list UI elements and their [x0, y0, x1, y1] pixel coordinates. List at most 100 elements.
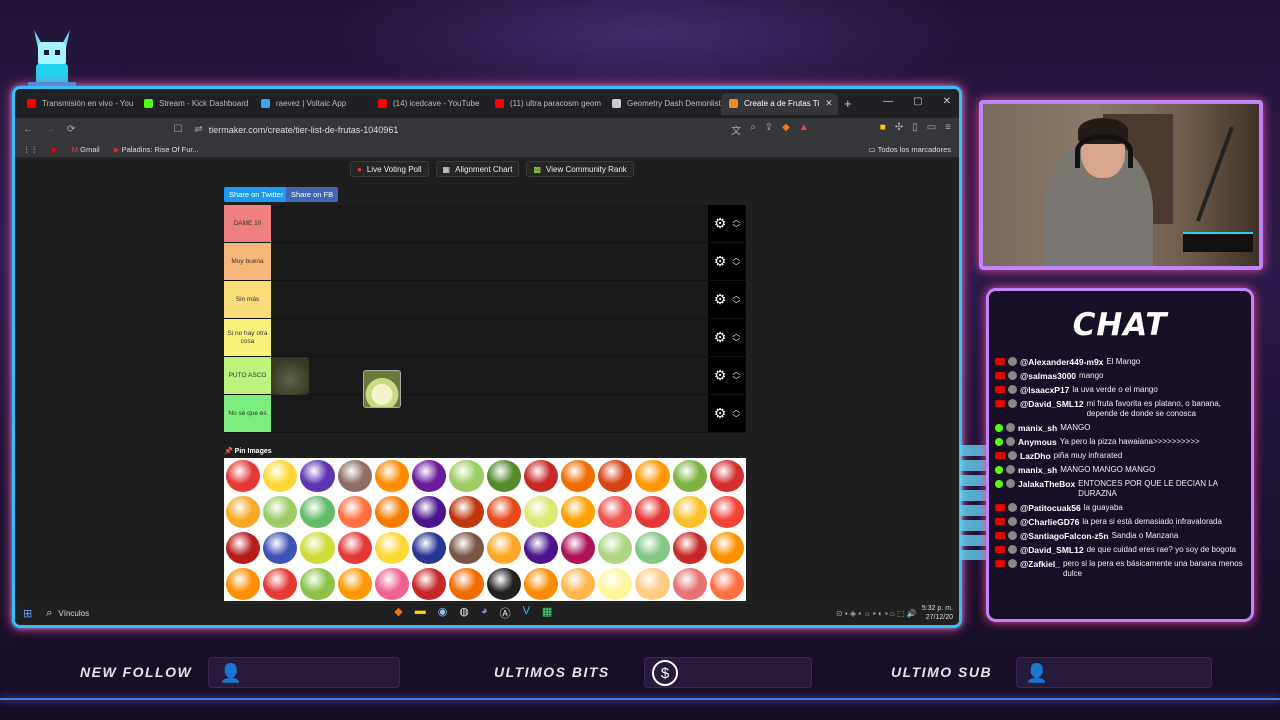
fruit-image[interactable] — [412, 496, 447, 528]
fruit-image[interactable] — [560, 568, 596, 600]
tab-1[interactable]: Stream - Kick Dashboard — [136, 93, 253, 115]
tier-drop-zone[interactable] — [271, 243, 708, 280]
fruit-image[interactable] — [374, 496, 410, 528]
fruit-image[interactable] — [374, 532, 410, 564]
chevron-up-icon[interactable]: ︿ — [732, 215, 740, 224]
sidebar-icon[interactable]: ▯ — [912, 122, 918, 137]
tier-drop-zone[interactable] — [271, 319, 708, 356]
obs-icon[interactable]: ◍ — [459, 605, 469, 621]
chevron-down-icon[interactable]: ﹀ — [732, 338, 740, 347]
close-tab-icon[interactable]: ✕ — [825, 98, 833, 109]
tab-3[interactable]: (14) icedcave - YouTube — [370, 93, 487, 115]
fruit-image[interactable] — [709, 568, 744, 600]
fruit-image[interactable] — [598, 532, 633, 564]
minimize-button[interactable]: — — [883, 96, 893, 107]
share-icon[interactable]: ⇪ — [765, 122, 773, 137]
fruit-image[interactable] — [300, 460, 335, 492]
maximize-button[interactable]: ▢ — [913, 96, 922, 107]
gear-icon[interactable]: ⚙ — [714, 215, 727, 232]
fruit-image[interactable] — [672, 460, 707, 492]
fruit-image[interactable] — [337, 496, 372, 528]
gear-icon[interactable]: ⚙ — [714, 405, 727, 422]
fruit-image[interactable] — [449, 460, 484, 492]
chevron-up-icon[interactable]: ︿ — [732, 329, 740, 338]
fruit-image[interactable] — [374, 568, 410, 600]
fruit-image[interactable] — [635, 460, 670, 492]
fruit-image[interactable] — [523, 460, 558, 492]
tier-drop-zone[interactable] — [271, 205, 708, 242]
chevron-down-icon[interactable]: ﹀ — [732, 224, 740, 233]
chevron-up-icon[interactable]: ︿ — [732, 291, 740, 300]
app-grid-icon[interactable]: ▦ — [542, 605, 552, 621]
fruit-image[interactable] — [560, 532, 596, 564]
new-tab-button[interactable]: + — [844, 96, 852, 111]
brave-app-icon[interactable]: ◆ — [394, 605, 402, 621]
chevron-down-icon[interactable]: ﹀ — [732, 376, 740, 385]
tab-4[interactable]: (11) ultra paracosm geom — [487, 93, 604, 115]
tab-6[interactable]: Create a de Frutas Ti ✕ — [721, 92, 838, 115]
forward-icon[interactable]: → — [45, 124, 55, 135]
gear-icon[interactable]: ⚙ — [714, 253, 727, 270]
chevron-up-icon[interactable]: ︿ — [732, 367, 740, 376]
windows-start-icon[interactable]: ⊞ — [23, 607, 32, 620]
tray-icons[interactable]: ⊙ ▪ ◈ ▪ ☼ ▪ ◐ ▪ ⌂ ⬚ 🔊 — [836, 609, 917, 618]
tier-label[interactable]: Muy buena — [224, 243, 271, 280]
tab-5[interactable]: Geometry Dash Demonlist — [604, 93, 721, 115]
fruit-image[interactable] — [263, 496, 298, 528]
tier-label[interactable]: DAME 10 — [224, 205, 271, 242]
brave-rewards-icon[interactable]: ▲ — [799, 122, 809, 137]
fruit-image[interactable] — [523, 532, 558, 564]
steam-icon[interactable]: ◉ — [438, 605, 448, 621]
chevron-up-icon[interactable]: ︿ — [732, 405, 740, 414]
fruit-image[interactable] — [598, 460, 633, 492]
fruit-image[interactable] — [300, 532, 335, 564]
menu-icon[interactable]: ≡ — [945, 122, 951, 137]
pin-images-label[interactable]: 📌 Pin Images — [224, 447, 272, 455]
fruit-image[interactable] — [300, 496, 335, 528]
gear-icon[interactable]: ⚙ — [714, 291, 727, 308]
fruit-image[interactable] — [412, 460, 447, 492]
share-fb-button[interactable]: Share on FB — [286, 187, 339, 202]
fruit-image[interactable] — [263, 460, 298, 492]
tier-drop-zone[interactable] — [271, 395, 708, 432]
chevron-down-icon[interactable]: ﹀ — [732, 262, 740, 271]
translate-icon[interactable]: 文 — [731, 122, 741, 137]
fruit-image[interactable] — [709, 496, 744, 528]
alignment-chart-button[interactable]: ▦ Alignment Chart — [435, 161, 520, 177]
discord-icon[interactable]: ◕ — [481, 605, 488, 621]
fruit-image[interactable] — [263, 532, 298, 564]
tier-drop-zone[interactable] — [271, 357, 708, 408]
fruit-image[interactable] — [635, 496, 670, 528]
url-field[interactable]: tiermaker.com/create/tier-list-de-frutas… — [209, 125, 399, 135]
vscode-icon[interactable]: V — [523, 605, 530, 621]
tab-0[interactable]: Transmisión en vivo - You — [19, 93, 136, 115]
fruit-image[interactable] — [226, 496, 261, 528]
bookmark-paladins[interactable]: ▶ Paladins: Rise Of Fur... — [114, 145, 199, 154]
fruit-image[interactable] — [226, 460, 261, 492]
fruit-image[interactable] — [263, 568, 298, 600]
all-bookmarks[interactable]: ▭ Todos los marcadores — [869, 145, 951, 154]
fruit-image[interactable] — [449, 532, 484, 564]
fruit-image[interactable] — [374, 460, 410, 492]
apps-icon[interactable]: ⋮⋮ — [23, 145, 38, 154]
fruit-image[interactable] — [412, 532, 447, 564]
fruit-image[interactable] — [523, 568, 558, 600]
fruit-image[interactable] — [672, 496, 707, 528]
fruit-image[interactable] — [486, 532, 521, 564]
fruit-image[interactable] — [226, 532, 261, 564]
fruit-image[interactable] — [486, 568, 521, 600]
fruit-image[interactable] — [672, 532, 707, 564]
zoom-icon[interactable]: ⌕ — [750, 122, 756, 137]
fruit-image[interactable] — [412, 568, 447, 600]
fruit-image[interactable] — [709, 532, 744, 564]
chevron-down-icon[interactable]: ﹀ — [732, 300, 740, 309]
back-icon[interactable]: ← — [23, 124, 33, 135]
app-a-icon[interactable]: Ⓐ — [500, 605, 511, 621]
fruit-image[interactable] — [560, 496, 596, 528]
tier-label[interactable]: PUTO ASCO — [224, 357, 271, 394]
tier-label[interactable]: Sin más — [224, 281, 271, 318]
chevron-up-icon[interactable]: ︿ — [732, 253, 740, 262]
gear-icon[interactable]: ⚙ — [714, 329, 727, 346]
taskbar-search[interactable]: ⌕ Vínculos — [46, 607, 156, 620]
fruit-image[interactable] — [486, 496, 521, 528]
